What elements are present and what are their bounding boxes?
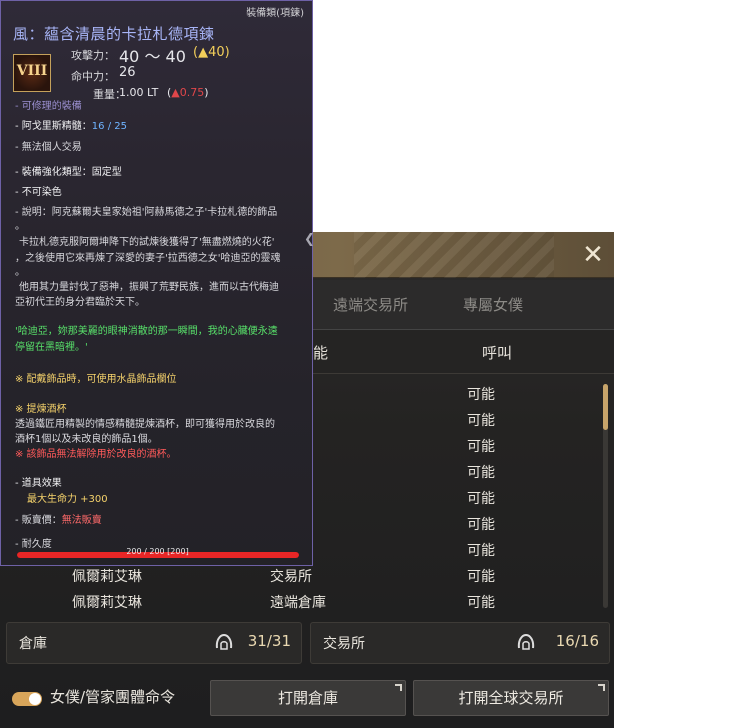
no-trade-line: - 無法個人交易 (15, 142, 82, 153)
sell-price-label: - 販賣價： (15, 515, 62, 526)
close-button[interactable]: ✕ (580, 242, 606, 268)
no-dye-line: - 不可染色 (15, 187, 62, 198)
refine-title-line: ※ 提煉酒杯 (15, 404, 67, 415)
row-type: 遠端倉庫 (270, 595, 326, 611)
refine-desc-line: 酒杯1個以及未改良的飾品1個。 (15, 434, 158, 445)
storage-capacity: 倉庫 31/31 (6, 622, 302, 664)
description-line: 他用其力量討伐了惡神，振興了荒野民族，進而以古代梅迪 (19, 282, 279, 293)
maid-icon (517, 633, 535, 650)
toggle-knob (29, 693, 41, 705)
market-label: 交易所 (323, 636, 365, 652)
description-line: 。 (15, 267, 25, 278)
group-command-label: 女僕/管家團體命令 (50, 688, 176, 706)
open-storage-button[interactable]: 打開倉庫 (210, 680, 406, 716)
enhance-type-line: - 裝備強化類型：固定型 (15, 167, 122, 178)
expand-corner-icon (395, 684, 402, 691)
row-name: 佩爾莉艾琳 (72, 569, 142, 585)
accuracy-label: 命中力： (71, 70, 115, 83)
col-header-call: 呼叫 (482, 344, 513, 362)
repairable-line: - 可修理的裝備 (15, 101, 82, 112)
weight-delta-text: ▲0.75 (171, 86, 205, 99)
attack-value: 40 ～ 40 (119, 47, 186, 66)
tab-remote-market[interactable]: 遠端交易所 (333, 294, 408, 315)
row-call: 可能 (467, 517, 495, 533)
table-row[interactable]: 佩爾莉艾琳 遠端倉庫 可能 (0, 588, 600, 614)
weight-value: 1.00 LT (119, 86, 159, 99)
group-command-toggle[interactable] (12, 692, 42, 706)
essence-label: - 阿戈里斯精髓： (15, 121, 92, 132)
description-line: - 說明：阿克蘇爾夫皇家始祖'阿赫馬德之子'卡拉札德的飾品 (15, 207, 278, 218)
description-line: 卡拉札德克服阿爾坤降下的試煉後獲得了'無盡燃燒的火花' (19, 237, 275, 248)
row-call: 可能 (467, 439, 495, 455)
crystal-slot-line: ※ 配戴飾品時，可使用水晶飾品欄位 (15, 374, 177, 385)
attack-delta-text: (▲40) (193, 45, 230, 60)
essence-value: 16 / 25 (91, 121, 127, 132)
durability-text: 200 / 200 [200] (126, 547, 189, 556)
row-call: 可能 (467, 543, 495, 559)
refine-desc-line: 透過鐵匠用精製的情感精髓提煉酒杯，即可獲得用於改良的 (15, 419, 275, 430)
item-category: 裝備類(項鍊) (246, 8, 304, 19)
open-storage-label: 打開倉庫 (277, 689, 338, 707)
storage-label: 倉庫 (19, 636, 47, 652)
essence-line: - 阿戈里斯精髓：16 / 25 (15, 119, 127, 135)
row-call: 可能 (467, 595, 495, 611)
row-call: 可能 (467, 491, 495, 507)
open-market-label: 打開全球交易所 (458, 689, 564, 707)
refine-warning-line: ※ 該飾品無法解除用於改良的酒杯。 (15, 449, 177, 460)
col-header-ability: 能 (313, 344, 329, 362)
attack-delta: (▲40) (193, 45, 230, 60)
description-line: 亞初代王的身分君臨於天下。 (15, 297, 145, 308)
row-call: 可能 (467, 465, 495, 481)
description-line: ，之後使用它來再煉了深愛的妻子'拉西德之女'哈迪亞的靈魂 (15, 253, 281, 264)
item-effect-label: - 道具效果 (15, 478, 62, 489)
item-title: 風：蘊含清晨的卡拉札德項鍊 (13, 25, 215, 43)
row-name: 佩爾莉艾琳 (72, 595, 142, 611)
row-call: 可能 (467, 569, 495, 585)
row-type: 交易所 (270, 569, 312, 585)
open-global-market-button[interactable]: 打開全球交易所 (413, 680, 609, 716)
accuracy-value: 26 (119, 65, 136, 80)
storage-count: 31/31 (247, 632, 291, 650)
item-effect-value: 最大生命力 +300 (27, 494, 108, 505)
weight-delta: (▲0.75) (167, 86, 209, 99)
market-capacity: 交易所 16/16 (310, 622, 610, 664)
tab-exclusive-maid[interactable]: 專屬女僕 (463, 294, 523, 315)
scrollbar-thumb[interactable] (603, 384, 608, 430)
necklace-icon: VIII (13, 54, 51, 92)
expand-corner-icon (598, 684, 605, 691)
item-tooltip: 裝備類(項鍊) 風：蘊含清晨的卡拉札德項鍊 VIII 攻擊力： 40 ～ 40 … (0, 0, 313, 566)
item-grade-text: VIII (16, 63, 48, 79)
row-call: 可能 (467, 387, 495, 403)
weight-delta-close: ) (204, 86, 209, 99)
maid-icon (215, 633, 233, 650)
tooltip-pointer-icon: ❮ (304, 232, 315, 247)
quote-line: '哈迪亞，妳那美麗的眼神消散的那一瞬間，我的心臟便永遠 (15, 326, 278, 337)
sell-price-line: - 販賣價：無法販賣 (15, 513, 102, 529)
market-count: 16/16 (555, 632, 599, 650)
attack-label: 攻擊力： (71, 49, 115, 62)
sell-price-value: 無法販賣 (61, 515, 102, 526)
quote-line: 停留在黑暗裡。' (15, 342, 88, 353)
description-line: 。 (15, 221, 25, 232)
row-call: 可能 (467, 413, 495, 429)
